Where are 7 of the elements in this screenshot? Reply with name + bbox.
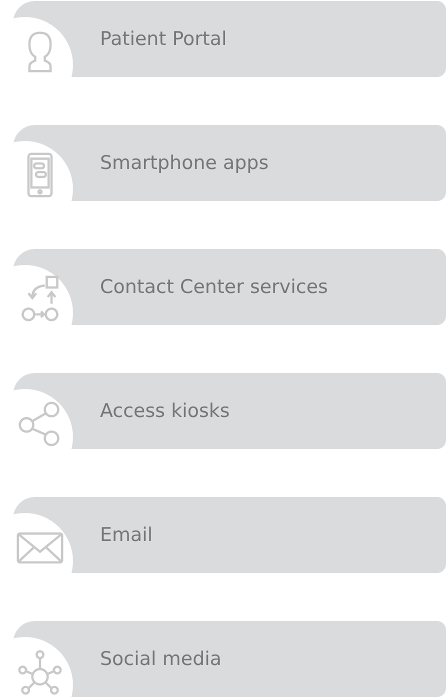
menu-card[interactable]: Patient Portal: [13, 1, 446, 77]
menu-card[interactable]: Contact Center services: [13, 249, 446, 325]
menu-card[interactable]: Social media: [13, 621, 446, 697]
menu-card[interactable]: Email: [13, 497, 446, 573]
menu-card[interactable]: Smartphone apps: [13, 125, 446, 201]
menu-card[interactable]: Access kiosks: [13, 373, 446, 449]
network-icon: [16, 647, 64, 695]
